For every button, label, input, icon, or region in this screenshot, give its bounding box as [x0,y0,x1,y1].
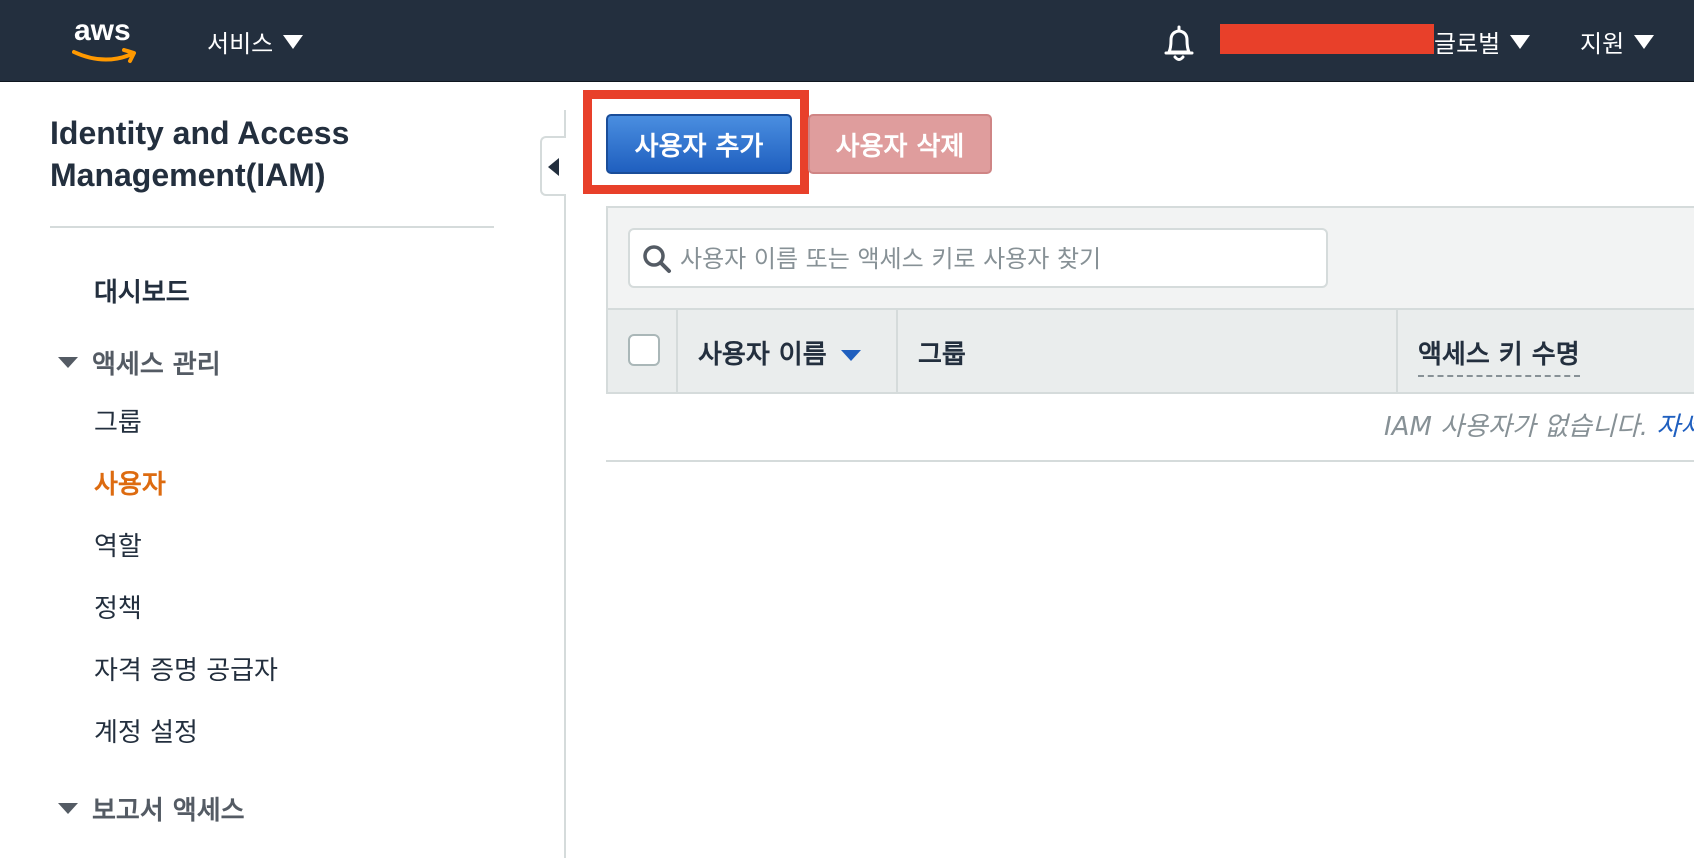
access-management-section[interactable]: 액세스 관리 [58,344,221,381]
search-box[interactable] [628,228,1328,288]
search-icon [643,245,671,273]
table-header: 사용자 이름 그룹 액세스 키 수명 [606,308,1694,394]
section-label: 보고서 액세스 [92,796,245,826]
column-divider [1396,310,1398,392]
column-divider [676,310,678,392]
empty-message-text: IAM 사용자가 없습니다. [1384,412,1649,442]
chevron-left-icon [548,158,559,176]
aws-logo[interactable]: aws [72,14,142,66]
top-navigation-bar: aws 서비스 글로벌 지원 [0,0,1694,82]
section-label: 액세스 관리 [92,350,221,380]
services-label: 서비스 [207,30,274,58]
sidebar-item-groups[interactable]: 그룹 [94,402,142,439]
account-name-redacted[interactable] [1220,24,1434,54]
chevron-down-icon [1510,34,1531,49]
sidebar-item-account-settings[interactable]: 계정 설정 [94,712,198,749]
sidebar: Identity and Access Management(IAM) 대시보드… [0,82,564,858]
sidebar-title: Identity and Access Management(IAM) [50,115,350,193]
column-header-groups[interactable]: 그룹 [918,334,966,371]
column-divider [896,310,898,392]
search-input[interactable] [678,240,1312,278]
region-menu[interactable]: 글로벌 [1434,24,1531,59]
sidebar-divider [50,226,494,228]
region-label: 글로벌 [1434,30,1501,58]
delete-user-button[interactable]: 사용자 삭제 [808,114,992,174]
collapse-sidebar-button[interactable] [540,136,566,196]
support-label: 지원 [1580,30,1625,58]
chevron-down-icon [1634,34,1655,49]
services-menu[interactable]: 서비스 [207,24,304,59]
support-menu[interactable]: 지원 [1580,24,1655,59]
sidebar-item-users[interactable]: 사용자 [94,464,166,501]
aws-logo-text: aws [74,14,131,47]
caret-down-icon [58,357,78,368]
sort-down-icon [840,350,861,361]
report-access-section[interactable]: 보고서 액세스 [58,790,245,827]
sidebar-item-roles[interactable]: 역할 [94,526,142,563]
add-user-button[interactable]: 사용자 추가 [606,114,792,174]
column-label: 사용자 이름 [698,340,827,370]
aws-smile-icon [72,48,136,63]
sidebar-item-policies[interactable]: 정책 [94,588,142,625]
sidebar-item-dashboard[interactable]: 대시보드 [94,272,190,309]
sidebar-item-identity-providers[interactable]: 자격 증명 공급자 [94,650,278,687]
select-all-checkbox[interactable] [628,334,660,366]
table-bottom-border [606,460,1694,462]
column-header-username[interactable]: 사용자 이름 [698,334,861,371]
chevron-down-icon [283,34,304,49]
sidebar-border [564,110,566,858]
column-header-access-key-age[interactable]: 액세스 키 수명 [1418,334,1580,377]
learn-more-link[interactable]: 자세 [1656,412,1694,442]
empty-table-message: IAM 사용자가 없습니다. 자세 [1384,406,1694,443]
bell-icon[interactable] [1160,24,1198,64]
caret-down-icon [58,803,78,814]
